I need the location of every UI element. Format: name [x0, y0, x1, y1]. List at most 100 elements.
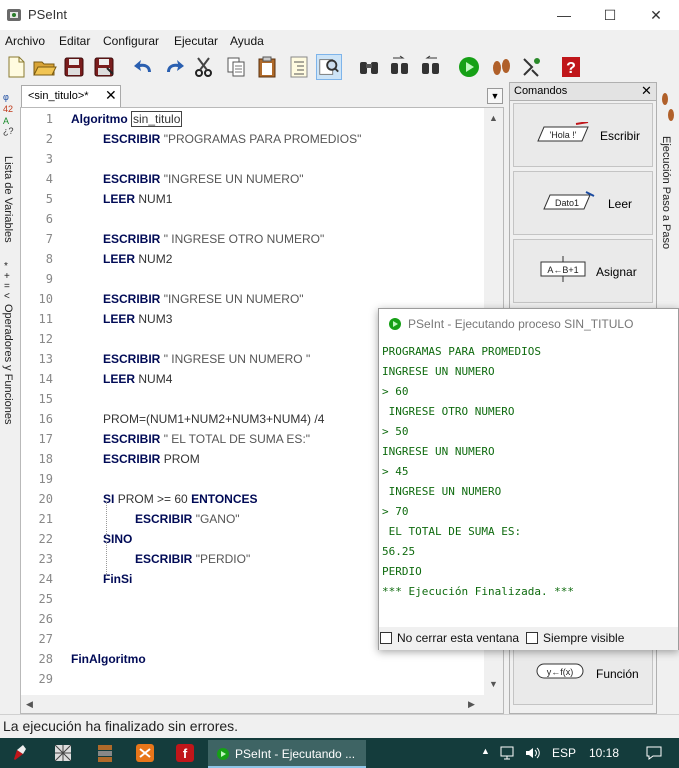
minimize-button[interactable]: — [541, 0, 587, 30]
language-indicator[interactable]: ESP [552, 746, 576, 760]
menu-configurar[interactable]: Configurar [103, 34, 159, 48]
indent-icon[interactable] [286, 54, 312, 80]
command-funcion-button[interactable]: y←f(x) Función [513, 641, 653, 705]
asignar-label: Asignar [596, 265, 637, 279]
find-icon[interactable] [316, 54, 342, 80]
line-number: 22 [38, 532, 53, 546]
maximize-button[interactable]: ☐ [587, 0, 633, 30]
horizontal-scrollbar[interactable]: ◀ ▶ [21, 695, 484, 713]
command-escribir-button[interactable]: 'Hola !' Escribir [513, 103, 653, 167]
code-line: ESCRIBIR "INGRESE UN NUMERO" [103, 172, 304, 186]
open-folder-icon[interactable] [31, 54, 57, 80]
close-commands-icon[interactable]: ✕ [641, 83, 652, 99]
code-keyword: LEER [103, 252, 136, 266]
code-text: " INGRESE UN NUMERO " [163, 352, 311, 366]
copy-icon[interactable] [223, 54, 249, 80]
scroll-left-icon[interactable]: ◀ [26, 699, 33, 710]
editor-tab[interactable]: <sin_titulo>* ✕ [21, 85, 121, 107]
scroll-right-icon[interactable]: ▶ [468, 699, 475, 710]
execution-footer: No cerrar esta ventana Siempre visible [379, 627, 678, 650]
command-leer-button[interactable]: Dato1 Leer [513, 171, 653, 235]
title-bar: PSeInt — ☐ ✕ [0, 0, 679, 30]
menu-editar[interactable]: Editar [59, 34, 90, 48]
close-tab-icon[interactable]: ✕ [105, 87, 117, 104]
grid-app-icon[interactable] [52, 743, 74, 763]
cut-icon[interactable] [191, 54, 217, 80]
menu-ejecutar[interactable]: Ejecutar [174, 34, 218, 48]
line-number: 3 [45, 152, 53, 166]
variables-panel-icon[interactable]: φ 42 A ¿? [2, 90, 16, 136]
paste-icon[interactable] [254, 54, 280, 80]
execution-window[interactable]: PSeInt - Ejecutando proceso SIN_TITULO P… [378, 308, 679, 650]
code-keyword: ESCRIBIR [135, 512, 193, 526]
pseint-app-icon [7, 9, 21, 21]
execution-title: PSeInt - Ejecutando proceso SIN_TITULO [408, 317, 634, 331]
save-as-icon[interactable] [91, 54, 117, 80]
code-line: Algoritmo sin_titulo [71, 111, 183, 127]
scroll-up-icon[interactable]: ▲ [489, 113, 498, 123]
no-close-checkbox[interactable] [380, 632, 392, 644]
code-line: ESCRIBIR "GANO" [135, 512, 240, 526]
code-keyword: FinAlgoritmo [71, 652, 146, 666]
line-number: 28 [38, 652, 53, 666]
scroll-down-icon[interactable]: ▼ [489, 679, 498, 689]
save-icon[interactable] [61, 54, 87, 80]
run-icon[interactable] [456, 54, 482, 80]
tab-list-dropdown[interactable]: ▼ [487, 88, 503, 104]
line-number: 5 [45, 192, 53, 206]
always-visible-checkbox[interactable] [526, 632, 538, 644]
binoculars-icon[interactable] [356, 54, 382, 80]
flowchart-icon[interactable] [518, 54, 544, 80]
no-close-label[interactable]: No cerrar esta ventana [397, 631, 519, 645]
tray-expand-icon[interactable]: ▲ [481, 746, 490, 756]
pencil-app-icon[interactable] [9, 743, 31, 763]
clock[interactable]: 10:18 [589, 746, 619, 760]
asignar-glyph: A←B+1 [547, 265, 578, 275]
line-number: 27 [38, 632, 53, 646]
replace-icon[interactable] [418, 54, 444, 80]
output-line: PERDIO [382, 565, 422, 578]
operators-panel-icon[interactable]: * + = < [2, 260, 16, 300]
taskbar-pseint-item[interactable]: PSeInt - Ejecutando ... [208, 740, 366, 768]
redo-icon[interactable] [161, 54, 187, 80]
menu-ayuda[interactable]: Ayuda [230, 34, 264, 48]
assign-command-icon: A←B+1 [540, 256, 586, 282]
orange-app-icon[interactable] [134, 743, 156, 763]
line-number: 15 [38, 392, 53, 406]
output-line: INGRESE OTRO NUMERO [382, 405, 515, 418]
code-keyword: LEER [103, 372, 136, 386]
code-keyword: Algoritmo [71, 112, 128, 126]
svg-text:42: 42 [3, 104, 13, 114]
volume-icon[interactable] [524, 746, 542, 760]
execution-output[interactable]: PROGRAMAS PARA PROMEDIOS INGRESE UN NUMER… [379, 339, 678, 627]
new-file-icon[interactable] [3, 54, 29, 80]
menu-archivo[interactable]: Archivo [5, 34, 45, 48]
f-app-icon[interactable]: f [174, 743, 196, 763]
status-bar: La ejecución ha finalizado sin errores. [0, 714, 679, 738]
code-text: "INGRESE UN NUMERO" [163, 172, 304, 186]
always-visible-label[interactable]: Siempre visible [543, 631, 624, 645]
code-text: " INGRESE OTRO NUMERO" [163, 232, 325, 246]
notifications-icon[interactable] [645, 746, 663, 760]
variables-list-tab[interactable]: Lista de Variables [2, 156, 14, 243]
svg-text:A: A [3, 116, 9, 126]
find-next-icon[interactable] [387, 54, 413, 80]
taskbar: f PSeInt - Ejecutando ... ▲ ESP 10:18 [0, 738, 679, 768]
database-app-icon[interactable] [94, 743, 116, 763]
operators-functions-tab[interactable]: Operadores y Funciones [2, 304, 14, 424]
line-number: 10 [38, 292, 53, 306]
execution-title-bar[interactable]: PSeInt - Ejecutando proceso SIN_TITULO [379, 309, 678, 339]
close-button[interactable]: ✕ [633, 0, 679, 30]
undo-icon[interactable] [131, 54, 157, 80]
footsteps-icon[interactable] [660, 90, 676, 124]
line-number: 1 [45, 112, 53, 126]
code-keyword: SINO [103, 532, 133, 546]
step-by-step-tab[interactable]: Ejecución Paso a Paso [660, 136, 672, 249]
help-icon[interactable]: ? [558, 54, 584, 80]
network-icon[interactable] [500, 746, 518, 760]
code-keyword: ESCRIBIR [103, 432, 161, 446]
step-by-step-icon[interactable] [488, 54, 514, 80]
command-asignar-button[interactable]: A←B+1 Asignar [513, 239, 653, 303]
line-number: 8 [45, 252, 53, 266]
line-number: 7 [45, 232, 53, 246]
